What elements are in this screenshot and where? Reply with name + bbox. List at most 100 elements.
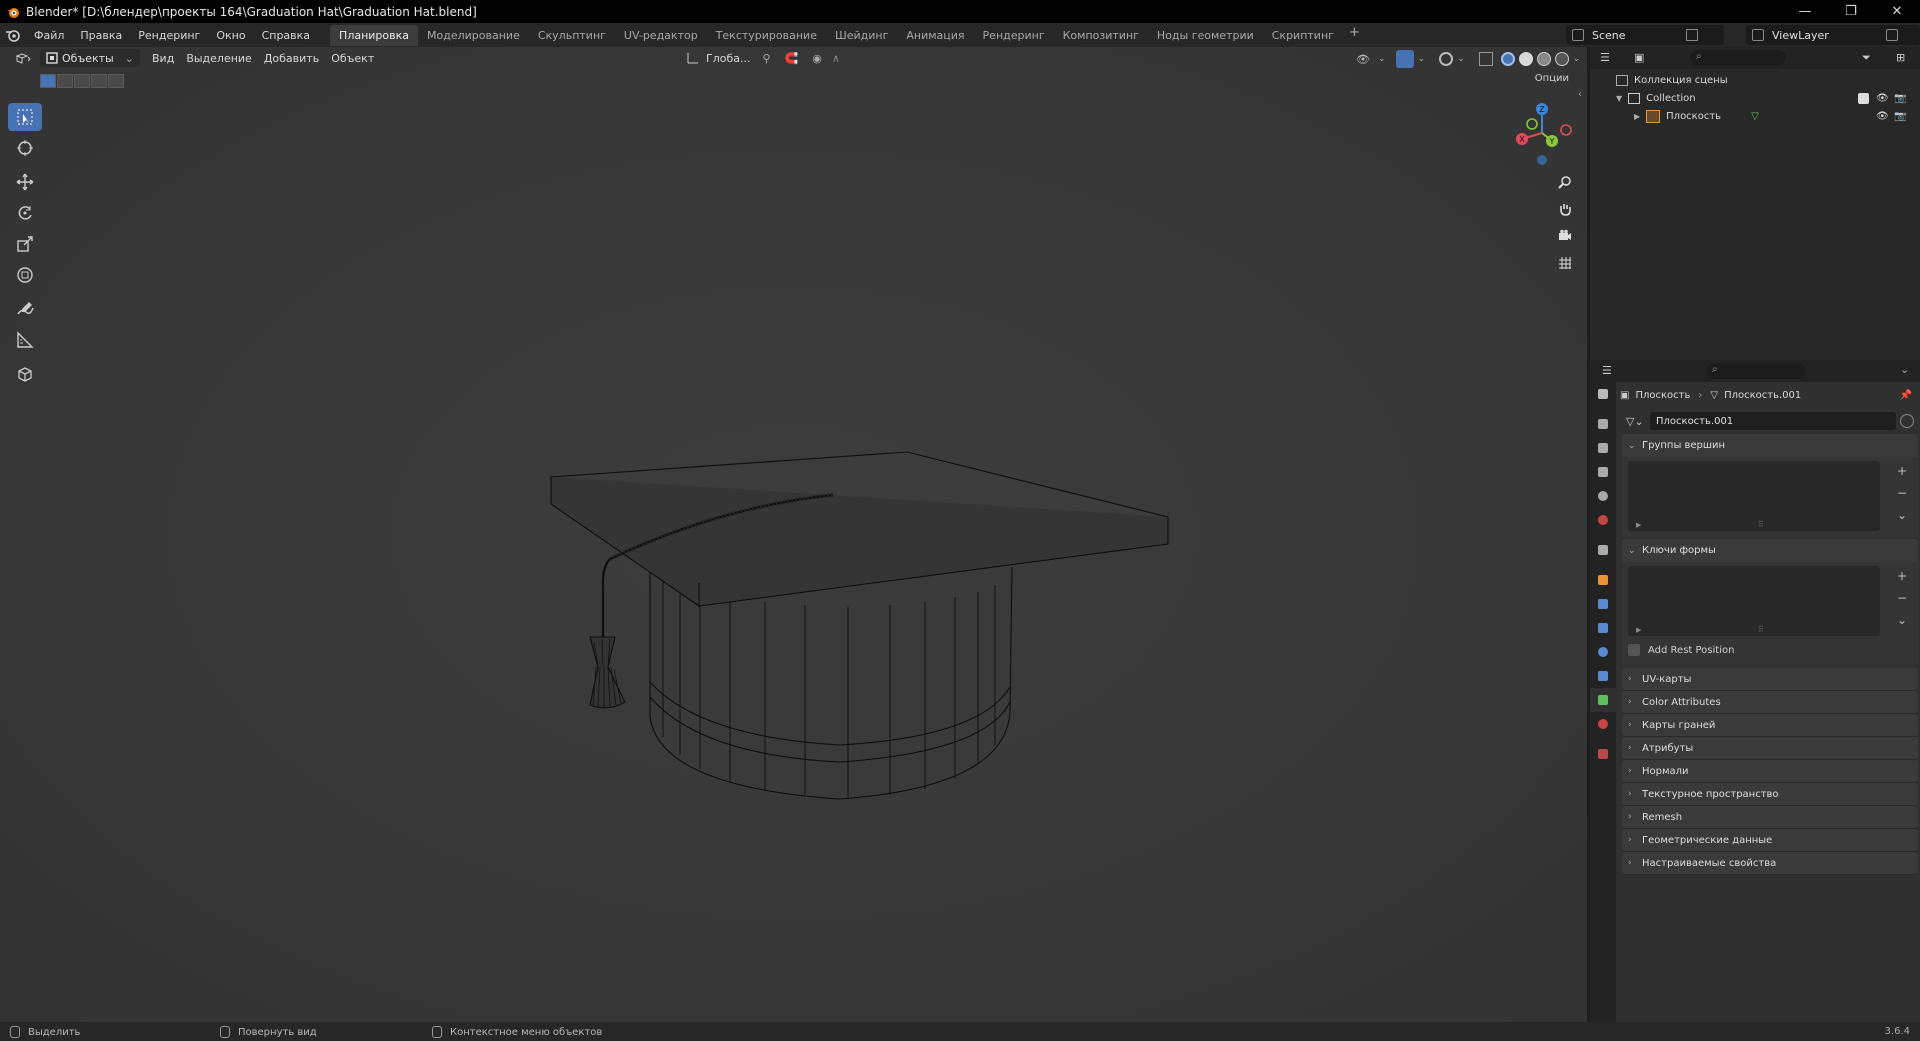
proportional-edit-icon[interactable]: ◉ <box>812 52 822 65</box>
gizmo-toggle-icon[interactable] <box>1395 50 1414 68</box>
tab-animation[interactable]: Анимация <box>897 25 973 46</box>
resize-handle-icon[interactable]: ⠿ <box>1758 520 1764 529</box>
pan-hand-icon[interactable] <box>1555 199 1575 219</box>
menu-select[interactable]: Выделение <box>180 49 258 67</box>
pivot-icon[interactable]: ⚲ <box>762 52 770 65</box>
menu-file[interactable]: Файл <box>26 29 72 42</box>
options-dropdown[interactable]: Опции <box>1535 73 1569 84</box>
falloff-icon[interactable]: ∧ <box>832 52 840 65</box>
measure-tool[interactable] <box>8 326 42 354</box>
color-attributes-panel-header[interactable]: › Color Attributes <box>1622 691 1918 714</box>
xray-icon[interactable] <box>1478 52 1493 66</box>
camera-render-icon[interactable]: 📷 <box>1894 111 1906 122</box>
add-vertex-group-button[interactable]: + <box>1894 463 1910 479</box>
shape-keys-panel-header[interactable]: ⌄ Ключи формы <box>1622 539 1918 562</box>
menu-view[interactable]: Вид <box>146 49 180 67</box>
tab-shading[interactable]: Шейдинг <box>826 25 897 46</box>
display-mode-icon[interactable]: ▣ <box>1634 51 1644 64</box>
blender-menu-icon[interactable] <box>0 25 26 45</box>
tab-texture-paint[interactable]: Текстурирование <box>707 25 826 46</box>
vertex-group-menu-button[interactable]: ⌄ <box>1894 507 1910 523</box>
menu-object[interactable]: Объект <box>325 49 380 67</box>
menu-window[interactable]: Окно <box>208 29 253 42</box>
add-shape-key-button[interactable]: + <box>1894 568 1910 584</box>
menu-edit[interactable]: Правка <box>72 29 130 42</box>
ortho-grid-icon[interactable] <box>1555 253 1575 273</box>
select-subtract-icon[interactable] <box>74 74 90 88</box>
tab-scripting[interactable]: Скриптинг <box>1263 25 1343 46</box>
normals-panel-header[interactable]: › Нормали <box>1622 760 1918 783</box>
tab-geometry-nodes[interactable]: Ноды геометрии <box>1148 25 1263 46</box>
tab-object[interactable] <box>1590 568 1616 592</box>
cursor-tool[interactable] <box>8 134 42 162</box>
tab-modifiers[interactable] <box>1590 592 1616 616</box>
tab-sculpting[interactable]: Скульптинг <box>529 25 615 46</box>
object-mode-dropdown[interactable]: Объекты ⌄ <box>40 49 140 67</box>
geometry-data-panel-header[interactable]: › Геометрические данные <box>1622 829 1918 852</box>
visibility-icon[interactable]: 👁 <box>1356 53 1370 66</box>
tab-view-layer[interactable] <box>1590 460 1616 484</box>
select-intersect-icon[interactable] <box>108 74 124 88</box>
select-extend-icon[interactable] <box>57 74 73 88</box>
expand-arrow-icon[interactable]: ▶ <box>1636 521 1641 529</box>
mesh-name-field[interactable]: Плоскость.001 <box>1650 412 1896 430</box>
outliner-search-input[interactable]: ⌕ <box>1690 50 1786 66</box>
properties-editor-icon[interactable]: ☰ <box>1602 364 1612 377</box>
eye-icon[interactable]: 👁 <box>1876 93 1889 104</box>
view-layer-selector[interactable]: ViewLayer <box>1746 25 1920 45</box>
expand-arrow-icon[interactable]: ▶ <box>1634 112 1640 121</box>
minimize-button[interactable]: — <box>1782 0 1828 23</box>
tab-output[interactable] <box>1590 436 1616 460</box>
tab-physics[interactable] <box>1590 640 1616 664</box>
tab-modeling[interactable]: Моделирование <box>418 25 529 46</box>
pin-icon[interactable]: 📌 <box>1900 390 1912 401</box>
tab-world[interactable] <box>1590 508 1616 532</box>
checkbox-icon[interactable] <box>1858 92 1869 104</box>
tab-uv-editing[interactable]: UV-редактор <box>615 25 707 46</box>
mesh-data-icon[interactable]: ▽ <box>1751 111 1759 122</box>
rotate-tool[interactable] <box>8 199 42 227</box>
add-cube-tool[interactable] <box>8 360 42 388</box>
tab-collection[interactable] <box>1590 538 1616 562</box>
expand-arrow-icon[interactable]: ▶ <box>1636 626 1641 634</box>
tab-tool[interactable] <box>1590 382 1616 406</box>
tab-rendering[interactable]: Рендеринг <box>974 25 1054 46</box>
close-button[interactable]: ✕ <box>1874 0 1920 23</box>
tab-constraints[interactable] <box>1590 664 1616 688</box>
filter-icon[interactable]: ⏷ <box>1862 51 1871 65</box>
tab-particles[interactable] <box>1590 616 1616 640</box>
outliner-scene-collection[interactable]: Коллекция сцены <box>1616 71 1728 89</box>
vertex-groups-list[interactable]: ▶ ⠿ <box>1628 461 1880 531</box>
tab-material[interactable] <box>1590 712 1616 736</box>
resize-handle-icon[interactable]: ⠿ <box>1758 625 1764 634</box>
face-maps-panel-header[interactable]: › Карты граней <box>1622 714 1918 737</box>
tab-render[interactable] <box>1590 412 1616 436</box>
uv-maps-panel-header[interactable]: › UV-карты <box>1622 668 1918 691</box>
select-invert-icon[interactable] <box>91 74 107 88</box>
shape-keys-list[interactable]: ▶ ⠿ <box>1628 566 1880 636</box>
menu-render[interactable]: Рендеринг <box>130 29 208 42</box>
attributes-panel-header[interactable]: › Атрибуты <box>1622 737 1918 760</box>
transform-tool[interactable] <box>8 261 42 289</box>
tab-texture[interactable] <box>1590 742 1616 766</box>
zoom-icon[interactable] <box>1555 172 1575 192</box>
navigation-gizmo[interactable]: Z Y X <box>1508 99 1576 167</box>
add-rest-position-checkbox[interactable] <box>1628 644 1640 656</box>
eye-icon[interactable]: 👁 <box>1876 111 1889 122</box>
add-workspace-button[interactable]: + <box>1343 25 1366 46</box>
fake-user-icon[interactable] <box>1900 414 1914 428</box>
menu-help[interactable]: Справка <box>254 29 318 42</box>
new-collection-icon[interactable]: ⊞ <box>1896 51 1905 64</box>
scene-selector[interactable]: Scene <box>1566 25 1724 45</box>
properties-search-input[interactable]: ⌕ <box>1706 363 1806 379</box>
new-view-layer-icon[interactable] <box>1886 29 1898 41</box>
chevron-down-icon[interactable]: ⌄ <box>1900 363 1909 376</box>
3d-viewport[interactable]: Объекты ⌄ Вид Выделение Добавить Объект … <box>0 47 1587 1022</box>
wireframe-shading-icon[interactable] <box>1500 52 1515 66</box>
move-tool[interactable] <box>8 168 42 196</box>
shape-key-menu-button[interactable]: ⌄ <box>1894 612 1910 628</box>
camera-view-icon[interactable] <box>1555 226 1575 246</box>
custom-properties-panel-header[interactable]: › Настраиваемые свойства <box>1622 852 1918 875</box>
overlays-icon[interactable] <box>1439 52 1454 66</box>
annotate-tool[interactable] <box>8 295 42 323</box>
